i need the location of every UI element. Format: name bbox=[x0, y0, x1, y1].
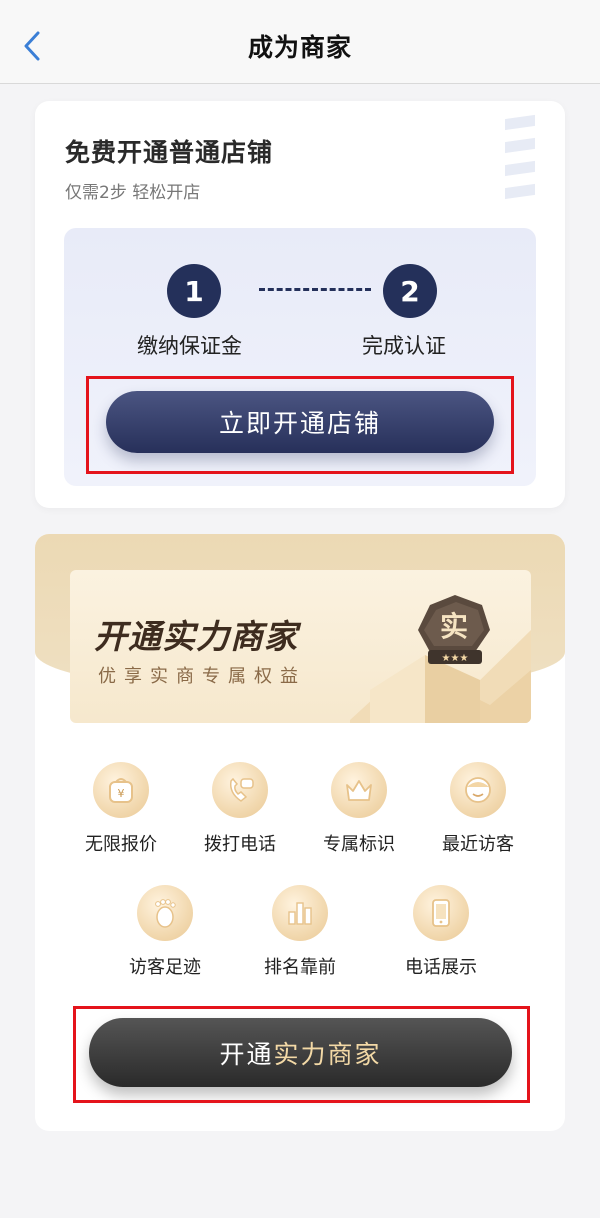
badge-char: 实 bbox=[440, 610, 468, 643]
nav-bar: 成为商家 bbox=[0, 0, 600, 84]
premium-banner-title: 开通实力商家 bbox=[94, 617, 298, 656]
open-store-button[interactable]: 立即开通店铺 bbox=[106, 391, 494, 453]
page-title: 成为商家 bbox=[247, 33, 352, 62]
steps-panel: 1 2 缴纳保证金 完成认证 立即开通店铺 bbox=[64, 228, 536, 486]
basic-store-card: 免费开通普通店铺 仅需2步 轻松开店 1 2 缴纳保证金 完成认证 立即开通店铺 bbox=[35, 101, 565, 508]
feature-phone-display[interactable]: 电话展示 bbox=[381, 885, 501, 979]
feature-label: 排名靠前 bbox=[264, 957, 336, 978]
button-label-part2: 实力商家 bbox=[273, 1039, 382, 1069]
open-premium-merchant-button[interactable]: 开通 实力商家 bbox=[89, 1018, 512, 1087]
basic-store-subtitle: 仅需2步 轻松开店 bbox=[65, 183, 201, 203]
feature-top-ranking[interactable]: 排名靠前 bbox=[240, 885, 360, 979]
feature-exclusive-badge[interactable]: 专属标识 bbox=[299, 762, 419, 856]
step-1-label: 缴纳保证金 bbox=[137, 334, 242, 358]
step-1-number: 1 bbox=[167, 264, 221, 318]
feature-label: 访客足迹 bbox=[129, 957, 201, 978]
premium-banner-subtitle: 优享实商专属权益 bbox=[98, 666, 306, 687]
visitor-face-icon bbox=[450, 762, 506, 818]
feature-label: 最近访客 bbox=[442, 834, 514, 855]
price-bag-icon: ¥ bbox=[93, 762, 149, 818]
feature-unlimited-quote[interactable]: ¥ 无限报价 bbox=[61, 762, 181, 856]
feature-label: 电话展示 bbox=[405, 957, 477, 978]
basic-store-title: 免费开通普通店铺 bbox=[65, 138, 274, 167]
badge-illustration-icon: 实 ★★★ bbox=[350, 595, 531, 723]
mobile-phone-icon bbox=[413, 885, 469, 941]
footprint-icon bbox=[137, 885, 193, 941]
feature-label: 专属标识 bbox=[323, 834, 395, 855]
decorative-stripes-icon bbox=[505, 114, 537, 209]
feature-label: 无限报价 bbox=[85, 834, 157, 855]
feature-label: 拨打电话 bbox=[204, 834, 276, 855]
ranking-icon bbox=[272, 885, 328, 941]
feature-recent-visitors[interactable]: 最近访客 bbox=[418, 762, 538, 856]
step-2-label: 完成认证 bbox=[362, 334, 446, 358]
phone-call-icon bbox=[212, 762, 268, 818]
svg-text:★★★: ★★★ bbox=[442, 653, 469, 664]
feature-phone-call[interactable]: 拨打电话 bbox=[180, 762, 300, 856]
step-connector bbox=[259, 288, 371, 291]
svg-text:¥: ¥ bbox=[118, 787, 125, 800]
crown-icon bbox=[331, 762, 387, 818]
button-label-part1: 开通 bbox=[219, 1039, 274, 1069]
premium-banner: 实 ★★★ 开通实力商家 优享实商专属权益 bbox=[70, 570, 531, 723]
premium-merchant-card: 实 ★★★ 开通实力商家 优享实商专属权益 ¥ 无限报价 拨打电话 专属标识 最… bbox=[35, 534, 565, 1131]
step-2-number: 2 bbox=[383, 264, 437, 318]
feature-visitor-footprint[interactable]: 访客足迹 bbox=[105, 885, 225, 979]
